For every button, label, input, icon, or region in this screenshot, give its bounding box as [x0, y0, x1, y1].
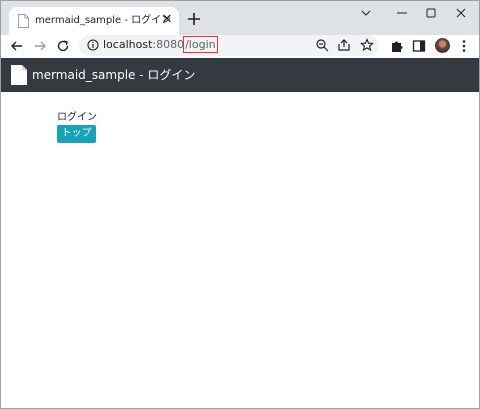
- forward-arrow-icon[interactable]: [31, 37, 49, 55]
- extensions-puzzle-icon[interactable]: [388, 37, 406, 55]
- reload-icon[interactable]: [54, 37, 72, 55]
- side-panel-icon[interactable]: [410, 37, 428, 55]
- minimize-icon[interactable]: [391, 5, 413, 21]
- browser-toolbar: localhost:8080/login: [1, 35, 479, 57]
- url-path-highlighted: /login: [183, 36, 218, 53]
- maximize-icon[interactable]: [420, 5, 442, 21]
- tab-title: mermaid_sample - ログイン: [35, 15, 172, 26]
- top-button[interactable]: トップ: [57, 125, 96, 143]
- app-navbar: mermaid_sample - ログイン: [1, 58, 479, 92]
- tab-close-icon[interactable]: ✕: [160, 13, 174, 27]
- page-heading: ログイン: [57, 112, 97, 123]
- tab-strip: mermaid_sample - ログイン ✕: [1, 1, 479, 35]
- browser-tab[interactable]: mermaid_sample - ログイン ✕: [9, 7, 179, 35]
- chevron-down-icon[interactable]: [355, 5, 377, 21]
- page-content: ログイン トップ: [1, 92, 479, 408]
- plus-icon[interactable]: [185, 10, 203, 28]
- kebab-menu-icon[interactable]: [455, 37, 473, 55]
- url-port: :8080: [152, 38, 185, 51]
- page-favicon-icon: [18, 14, 29, 28]
- site-info-icon[interactable]: [87, 39, 99, 51]
- url-text[interactable]: localhost:8080/login: [103, 36, 218, 53]
- navbar-title[interactable]: mermaid_sample - ログイン: [32, 67, 195, 83]
- file-icon: [11, 65, 27, 85]
- share-icon[interactable]: [337, 38, 351, 52]
- browser-window: mermaid_sample - ログイン ✕ localhost:8080/l…: [0, 0, 480, 409]
- bookmark-star-icon[interactable]: [360, 38, 374, 52]
- back-arrow-icon[interactable]: [8, 37, 26, 55]
- profile-avatar[interactable]: [435, 38, 450, 53]
- zoom-icon[interactable]: [315, 38, 329, 52]
- address-bar[interactable]: localhost:8080/login: [79, 35, 379, 56]
- close-icon[interactable]: [450, 5, 472, 21]
- url-host: localhost: [103, 38, 153, 51]
